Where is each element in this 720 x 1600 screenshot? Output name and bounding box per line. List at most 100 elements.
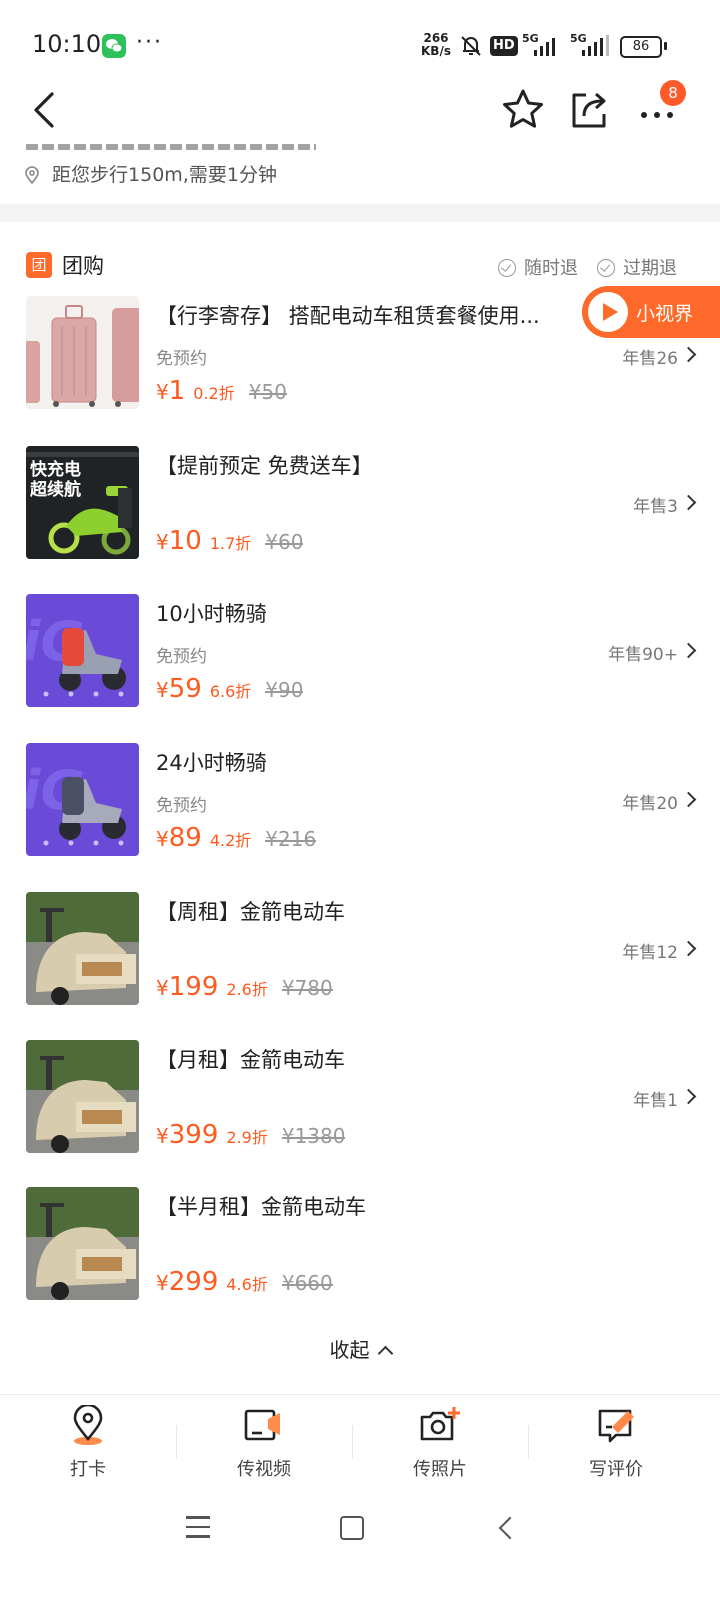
- divider: [528, 1425, 529, 1459]
- deal-price: 399: [168, 1120, 219, 1150]
- chevron-right-icon: [680, 940, 697, 957]
- deal-price-row: ¥299 4.6折 ¥660: [156, 1267, 333, 1297]
- upload-video-label: 传视频: [237, 1459, 291, 1480]
- upload-video-button[interactable]: 传视频: [204, 1405, 324, 1481]
- deal-thumbnail-scooter-green: 快充电 超续航: [26, 446, 139, 559]
- deal-thumbnail-scooter-street: [26, 1040, 139, 1153]
- deal-thumbnail-scooter-purple: iG: [26, 743, 139, 856]
- deal-sold-count: 年售90+: [608, 645, 678, 665]
- deal-title: 【月租】金箭电动车: [156, 1048, 345, 1072]
- deal-sold-count: 年售12: [622, 943, 678, 963]
- deal-sold-count: 年售26: [622, 349, 678, 369]
- deal-title: 【行李寄存】 搭配电动车租赁套餐使用...: [156, 304, 540, 328]
- collapse-label: 收起: [329, 1338, 370, 1362]
- collapse-button[interactable]: 收起: [0, 1334, 720, 1363]
- deal-thumbnail-luggage: [26, 296, 139, 409]
- deal-subtitle: 免预约: [156, 647, 207, 667]
- home-button[interactable]: [340, 1516, 364, 1540]
- deal-price: 199: [168, 972, 219, 1002]
- walking-distance[interactable]: 距您步行150m,需要1分钟: [24, 160, 277, 187]
- battery-tip: [664, 42, 667, 50]
- favorite-button[interactable]: [500, 86, 546, 132]
- signal-icon: 5G: [522, 32, 562, 62]
- deal-price-row: ¥59 6.6折 ¥90: [156, 674, 304, 704]
- deal-price-row: ¥1 0.2折 ¥50: [156, 376, 287, 406]
- address-text-cropped: [26, 138, 326, 150]
- deal-discount: 4.2折: [209, 831, 252, 850]
- deal-title: 【提前预定 免费送车】: [156, 454, 373, 478]
- checkin-button[interactable]: 打卡: [28, 1405, 148, 1481]
- chevron-left-icon: [34, 92, 54, 128]
- deal-price: 1: [168, 376, 186, 406]
- video-camera-icon: [244, 1409, 280, 1441]
- location-pin-icon: [73, 1405, 103, 1445]
- deal-original-price: ¥60: [265, 530, 304, 554]
- battery-indicator: 86: [620, 36, 662, 58]
- section-divider: [0, 204, 720, 222]
- deal-item[interactable]: 【半月租】金箭电动车 ¥299 4.6折 ¥660: [0, 1187, 720, 1327]
- write-review-label: 写评价: [589, 1459, 643, 1480]
- chevron-right-icon: [680, 494, 697, 511]
- checkin-label: 打卡: [70, 1459, 106, 1480]
- check-circle-icon: [498, 259, 516, 277]
- deal-subtitle: 免预约: [156, 349, 207, 369]
- deal-thumbnail-scooter-purple: iG: [26, 594, 139, 707]
- check-circle-icon: [597, 259, 615, 277]
- deal-price-row: ¥199 2.6折 ¥780: [156, 972, 333, 1002]
- deal-item[interactable]: 快充电 超续航 【提前预定 免费送车】 ¥10 1.7折 ¥60 年售3: [0, 446, 720, 586]
- bell-muted-icon: [461, 36, 481, 56]
- deal-subtitle: 免预约: [156, 796, 207, 816]
- group-buy-title: 团购: [62, 254, 104, 278]
- share-button[interactable]: [566, 86, 612, 132]
- deal-price: 59: [168, 674, 202, 704]
- deal-original-price: ¥50: [248, 380, 287, 404]
- signal-icon: 5G: [570, 32, 614, 62]
- deal-price: 89: [168, 823, 202, 853]
- bottom-action-bar: 打卡 传视频 传照片 写评价: [0, 1394, 720, 1491]
- status-time: 10:10: [32, 30, 102, 58]
- group-buy-header: 团 团购 随时退 过期退: [0, 246, 720, 286]
- upload-photo-label: 传照片: [413, 1459, 467, 1480]
- deal-discount: 6.6折: [209, 682, 252, 701]
- location-pin-icon: [25, 166, 39, 184]
- deal-item[interactable]: 【月租】金箭电动车 ¥399 2.9折 ¥1380 年售1: [0, 1040, 720, 1180]
- deal-title: 24小时畅骑: [156, 751, 267, 775]
- star-icon: [503, 89, 543, 128]
- chevron-right-icon: [680, 642, 697, 659]
- back-button[interactable]: [26, 88, 66, 132]
- deal-title: 10小时畅骑: [156, 602, 267, 626]
- group-buy-icon: 团: [26, 252, 52, 278]
- deal-discount: 0.2折: [193, 384, 235, 403]
- deal-original-price: ¥90: [265, 678, 304, 702]
- short-video-button[interactable]: 小视界: [582, 286, 720, 338]
- write-review-button[interactable]: 写评价: [556, 1405, 676, 1481]
- divider: [352, 1425, 353, 1459]
- thumb-promo-text: 快充电 超续航: [30, 460, 81, 500]
- deal-item[interactable]: iG 24小时畅骑 免预约 ¥89 4.2折 ¥216 年售20: [0, 743, 720, 883]
- chevron-right-icon: [680, 1088, 697, 1105]
- deal-title: 【周租】金箭电动车: [156, 900, 345, 924]
- deal-price-row: ¥399 2.9折 ¥1380: [156, 1120, 346, 1150]
- deal-sold-count: 年售20: [622, 794, 678, 814]
- hd-voice-badge: HD: [490, 36, 518, 56]
- deal-discount: 2.9折: [226, 1128, 268, 1147]
- camera-add-icon: [420, 1407, 460, 1441]
- deal-original-price: ¥660: [281, 1271, 333, 1295]
- system-back-button[interactable]: [498, 1516, 522, 1540]
- deal-item[interactable]: 【周租】金箭电动车 ¥199 2.6折 ¥780 年售12: [0, 892, 720, 1032]
- network-speed: 266 KB/s: [421, 31, 451, 58]
- deal-sold-count: 年售3: [633, 497, 678, 517]
- chevron-right-icon: [680, 791, 697, 808]
- deal-original-price: ¥216: [265, 827, 317, 851]
- policy-refund-expired: 过期退: [597, 254, 677, 280]
- recent-apps-button[interactable]: [186, 1516, 210, 1545]
- upload-photo-button[interactable]: 传照片: [380, 1405, 500, 1481]
- deal-title: 【半月租】金箭电动车: [156, 1195, 366, 1219]
- deal-item[interactable]: iG 10小时畅骑 免预约 ¥59 6.6折 ¥90 年售90+: [0, 594, 720, 734]
- play-icon: [588, 292, 628, 332]
- chevron-up-icon: [377, 1345, 393, 1362]
- top-navigation: 8: [0, 80, 720, 140]
- deal-original-price: ¥780: [281, 976, 333, 1000]
- system-navigation-bar: [0, 1490, 720, 1600]
- deal-price-row: ¥10 1.7折 ¥60: [156, 526, 304, 556]
